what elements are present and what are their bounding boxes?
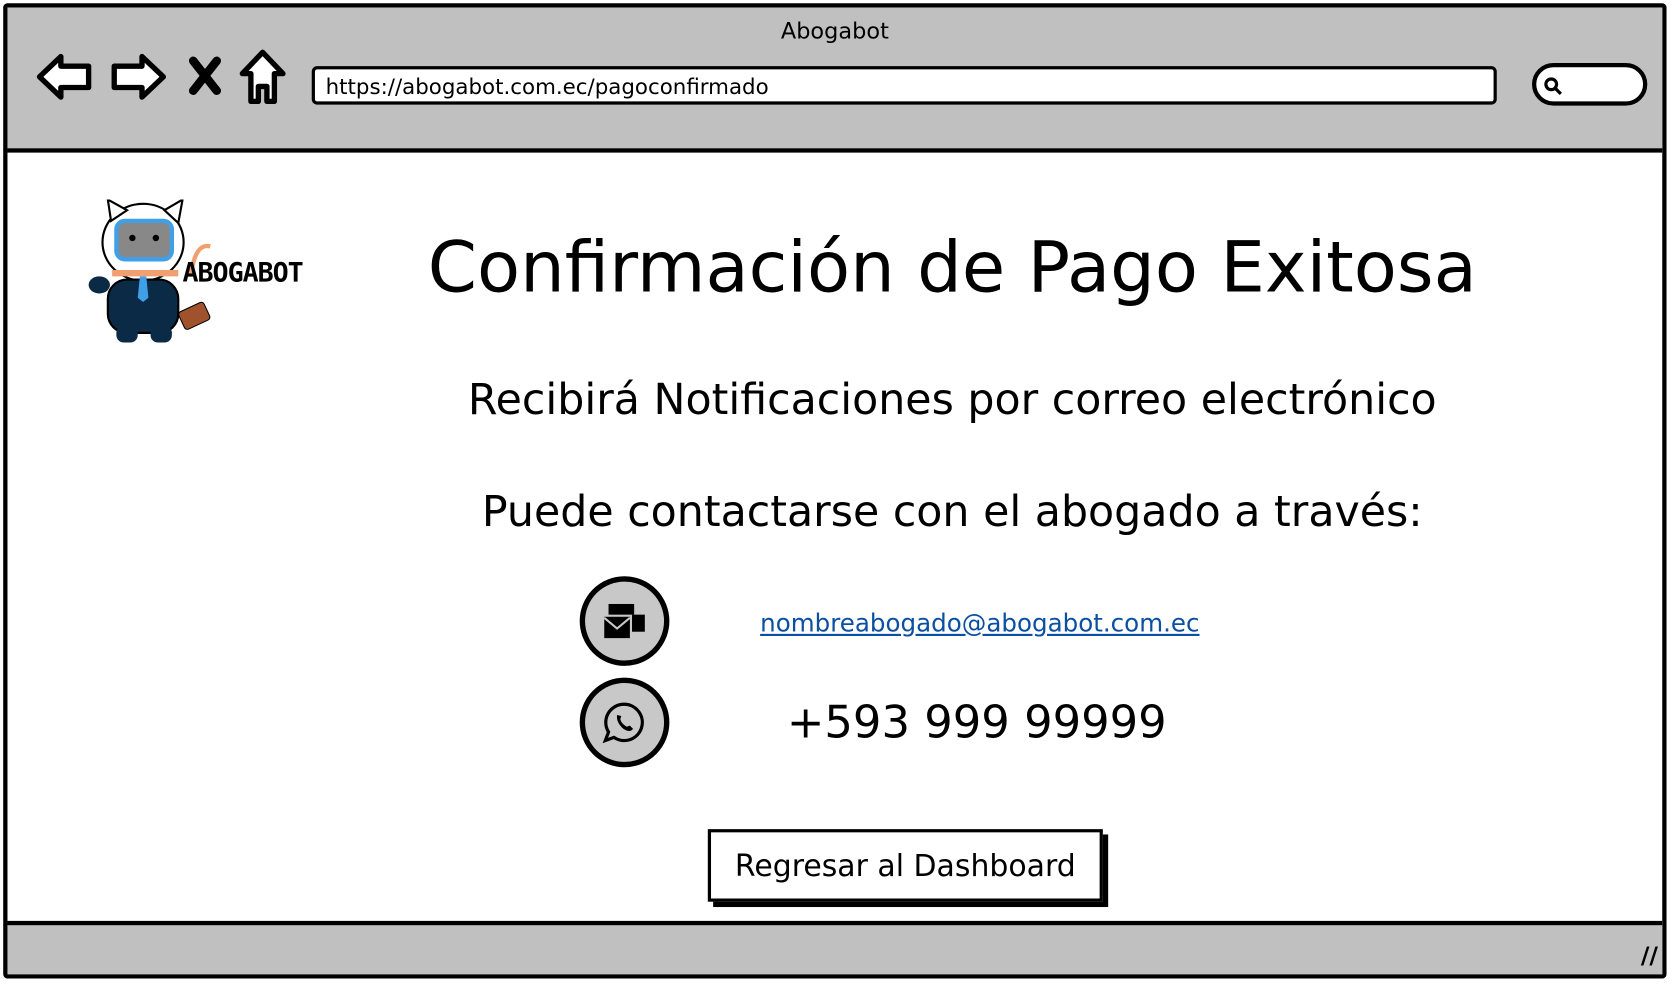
- email-icon-button[interactable]: [579, 576, 670, 666]
- home-icon[interactable]: [238, 48, 287, 106]
- back-to-dashboard-button[interactable]: Regresar al Dashboard: [707, 829, 1103, 902]
- browser-window: Abogabot https://abogabot.com.ec/pagocon…: [3, 3, 1667, 979]
- resize-handle-icon[interactable]: //: [1641, 943, 1658, 970]
- search-box[interactable]: [1532, 62, 1648, 106]
- search-icon: [1544, 77, 1562, 96]
- email-icon: [603, 603, 645, 639]
- forward-arrow-icon[interactable]: [108, 50, 168, 103]
- contact-text: Puede contactarse con el abogado a travé…: [481, 487, 1423, 537]
- abogabot-logo: ABOGABOT: [84, 197, 330, 354]
- browser-toolbar: Abogabot https://abogabot.com.ec/pagocon…: [7, 7, 1663, 153]
- back-arrow-icon[interactable]: [35, 50, 95, 103]
- url-bar[interactable]: https://abogabot.com.ec/pagoconfirmado: [311, 66, 1497, 105]
- close-x-icon[interactable]: [187, 56, 223, 95]
- whatsapp-icon: [602, 702, 644, 744]
- status-bar: //: [7, 920, 1663, 975]
- window-title: Abogabot: [780, 18, 889, 44]
- whatsapp-icon-button[interactable]: [579, 677, 670, 768]
- email-link[interactable]: nombreabogado@abogabot.com.ec: [760, 610, 1199, 638]
- phone-number: +593 999 99999: [786, 695, 1167, 749]
- page-title: Confirmación de Pago Exitosa: [427, 226, 1477, 309]
- notification-text: Recibirá Notificaciones por correo elect…: [467, 375, 1437, 425]
- logo-text: ABOGABOT: [182, 257, 304, 289]
